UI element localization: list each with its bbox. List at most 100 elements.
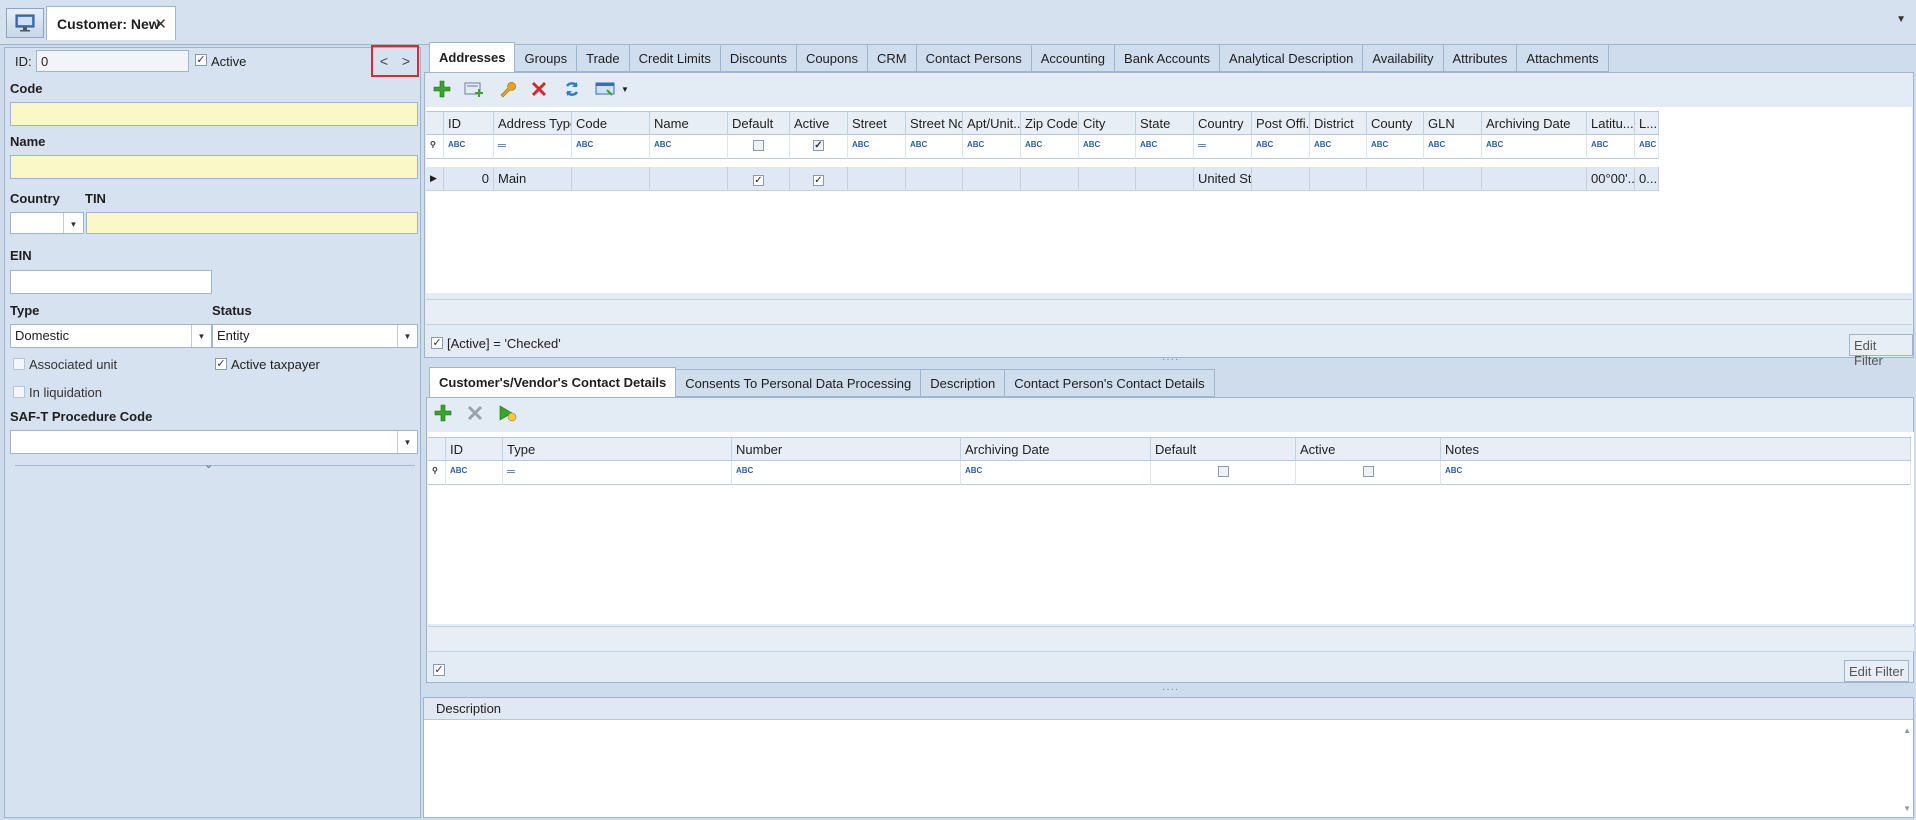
table-cell[interactable]: Main — [494, 167, 572, 191]
table-row[interactable]: ▶0Main ✓ ✓ United St... 00°00'...0... — [426, 167, 1659, 191]
chevron-down-icon[interactable]: ▼ — [397, 431, 417, 453]
column-header[interactable]: Street No. — [906, 112, 963, 136]
saft-dropdown[interactable]: ▼ — [10, 430, 418, 454]
column-header[interactable]: Country — [1194, 112, 1252, 136]
filter-cell[interactable]: ABC — [572, 135, 650, 159]
tab-contact-persons[interactable]: Contact Persons — [916, 44, 1032, 72]
splitter-handle[interactable]: ···· — [1162, 354, 1179, 365]
column-header[interactable]: Zip Code — [1021, 112, 1079, 136]
code-field[interactable] — [10, 102, 418, 126]
country-dropdown[interactable]: ▼ — [10, 212, 84, 234]
column-header[interactable]: Address Type — [494, 112, 572, 136]
name-field[interactable] — [10, 155, 418, 179]
filter-cell[interactable]: ABC — [650, 135, 728, 159]
tab-crm[interactable]: CRM — [867, 44, 917, 72]
column-header[interactable]: City — [1079, 112, 1136, 136]
filter-cell[interactable] — [1296, 461, 1441, 485]
filter-checkbox[interactable] — [1217, 466, 1229, 477]
table-cell[interactable]: ✓ — [790, 167, 848, 191]
filter-enabled-checkbox[interactable]: ✓ — [431, 337, 443, 349]
tab-bank-accounts[interactable]: Bank Accounts — [1115, 44, 1221, 72]
tab-discounts[interactable]: Discounts — [720, 44, 797, 72]
chevron-down-icon[interactable]: ▼ — [191, 325, 211, 347]
document-tab[interactable]: Customer: New ✕ — [46, 6, 176, 40]
column-header[interactable]: ID — [444, 112, 494, 136]
table-cell[interactable] — [1021, 167, 1079, 191]
filter-cell[interactable]: ABC — [1441, 461, 1911, 485]
tab-groups[interactable]: Groups — [515, 44, 578, 72]
filter-cell[interactable]: ABC — [732, 461, 961, 485]
column-header[interactable]: Code — [572, 112, 650, 136]
filter-cell[interactable]: ABC — [1310, 135, 1367, 159]
in-liquidation-checkbox[interactable] — [13, 386, 25, 398]
filter-cell[interactable]: ABC — [1021, 135, 1079, 159]
cell-checkbox[interactable]: ✓ — [753, 175, 764, 186]
chevron-down-icon[interactable]: ▼ — [621, 85, 629, 94]
column-header[interactable]: Archiving Date — [961, 438, 1151, 462]
cell-checkbox[interactable]: ✓ — [813, 175, 824, 186]
refresh-icon[interactable] — [561, 78, 583, 100]
tab-credit-limits[interactable]: Credit Limits — [629, 44, 721, 72]
column-header[interactable]: Number — [732, 438, 961, 462]
contact-tab-consents-to-personal-data-processing[interactable]: Consents To Personal Data Processing — [676, 369, 922, 397]
contact-tab-customer-s-vendor-s-contact-details[interactable]: Customer's/Vendor's Contact Details — [429, 367, 677, 397]
filter-cell[interactable]: ABC — [1482, 135, 1587, 159]
table-cell[interactable] — [572, 167, 650, 191]
filter-checkbox[interactable] — [1362, 466, 1374, 477]
column-header[interactable]: Street — [848, 112, 906, 136]
column-header[interactable]: District — [1310, 112, 1367, 136]
add-from-list-icon[interactable] — [463, 78, 485, 100]
next-record-button[interactable]: > — [402, 53, 410, 69]
column-header[interactable]: L... — [1635, 112, 1659, 136]
column-header[interactable]: GLN — [1424, 112, 1482, 136]
view-options-icon[interactable]: ▼ — [593, 78, 631, 100]
column-header[interactable]: Latitu... — [1587, 112, 1635, 136]
edit-filter-button[interactable]: Edit Filter — [1849, 334, 1913, 368]
tab-analytical-description[interactable]: Analytical Description — [1220, 44, 1364, 72]
filter-cell[interactable] — [728, 135, 790, 159]
filter-cell[interactable]: ABC — [446, 461, 503, 485]
column-header[interactable]: Apt/Unit... — [963, 112, 1021, 136]
table-cell[interactable] — [1079, 167, 1136, 191]
filter-cell[interactable]: ABC — [1367, 135, 1424, 159]
filter-checkbox[interactable]: ✓ — [813, 140, 824, 151]
table-cell[interactable] — [848, 167, 906, 191]
contact-filter-checkbox[interactable]: ✓ — [433, 664, 445, 676]
table-cell[interactable] — [1136, 167, 1194, 191]
active-taxpayer-checkbox[interactable]: ✓ — [215, 358, 227, 370]
tab-trade[interactable]: Trade — [577, 44, 630, 72]
scroll-down-icon[interactable]: ▼ — [1903, 804, 1911, 813]
contact-tab-description[interactable]: Description — [921, 369, 1006, 397]
tab-availability[interactable]: Availability — [1363, 44, 1444, 72]
filter-cell[interactable]: ✓ — [790, 135, 848, 159]
column-header[interactable]: State — [1136, 112, 1194, 136]
column-header[interactable]: County — [1367, 112, 1424, 136]
table-cell[interactable] — [1424, 167, 1482, 191]
table-cell[interactable] — [1310, 167, 1367, 191]
add-icon[interactable] — [432, 402, 454, 424]
filter-cell[interactable]: ABC — [848, 135, 906, 159]
associated-unit-checkbox[interactable] — [13, 358, 25, 370]
tin-field[interactable] — [86, 212, 418, 234]
table-cell[interactable] — [650, 167, 728, 191]
scroll-up-icon[interactable]: ▲ — [1903, 726, 1911, 735]
column-header[interactable]: Name — [650, 112, 728, 136]
tab-attachments[interactable]: Attachments — [1517, 44, 1609, 72]
filter-checkbox[interactable] — [753, 140, 764, 151]
edit-wrench-icon[interactable] — [496, 78, 518, 100]
filter-cell[interactable]: ABC — [1587, 135, 1635, 159]
filter-cell[interactable]: ABC — [906, 135, 963, 159]
filter-cell[interactable]: ABC — [444, 135, 494, 159]
delete-icon[interactable] — [528, 78, 550, 100]
table-cell[interactable] — [963, 167, 1021, 191]
filter-cell[interactable]: ABC — [961, 461, 1151, 485]
filter-cell[interactable] — [1151, 461, 1296, 485]
window-menu-arrow-icon[interactable]: ▼ — [1896, 14, 1906, 25]
splitter-handle[interactable]: ···· — [1162, 684, 1179, 695]
column-header[interactable]: ID — [446, 438, 503, 462]
filter-cell[interactable]: ABC — [1424, 135, 1482, 159]
column-header[interactable]: Archiving Date — [1482, 112, 1587, 136]
column-header[interactable]: Active — [1296, 438, 1441, 462]
description-textarea[interactable] — [426, 722, 1896, 816]
table-cell[interactable]: 0... — [1635, 167, 1659, 191]
